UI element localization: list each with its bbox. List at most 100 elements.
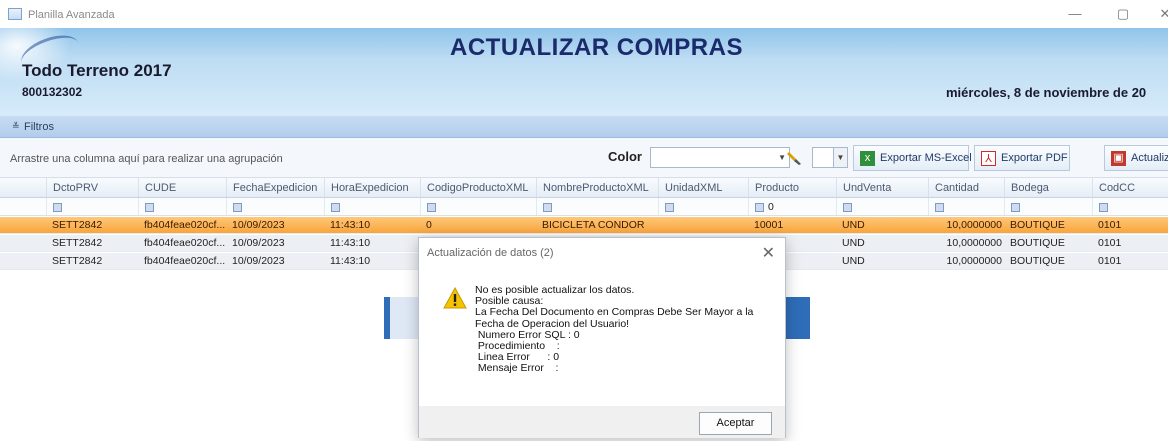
filter-value-producto[interactable]: 0 [768,201,774,213]
filter-operator-icon[interactable] [755,202,764,212]
page-title: ACTUALIZAR COMPRAS [450,34,743,61]
cell-codigo[interactable]: 0 [420,217,536,233]
column-header-undventa[interactable]: UndVenta [836,178,928,197]
title-bar: Planilla Avanzada — ▢ ✕ [0,0,1168,28]
filter-cell-fecha[interactable] [226,198,324,215]
cell-hora[interactable]: 11:43:10 [324,235,420,251]
cell-codcc[interactable]: 0101 [1092,235,1168,251]
export-pdf-button[interactable]: ⅄ Exportar PDF [974,145,1070,171]
filter-operator-icon[interactable] [53,202,62,212]
cell-fecha[interactable]: 10/09/2023 [226,253,324,269]
filters-label[interactable]: Filtros [24,121,54,133]
accept-button[interactable]: Aceptar [699,412,772,435]
filter-cell-cantidad[interactable] [928,198,1004,215]
filter-cell-codigo[interactable] [420,198,536,215]
column-header-dctoprv[interactable]: DctoPRV [46,178,138,197]
panel-highlight [390,297,420,339]
filter-operator-icon[interactable] [1011,202,1020,212]
color-swatch[interactable] [812,147,834,168]
swatch-dropdown-icon[interactable]: ▼ [834,147,848,168]
filter-cell-unidad[interactable] [658,198,748,215]
cell-hora[interactable]: 11:43:10 [324,253,420,269]
dialog-close-icon[interactable]: ✕ [762,243,775,263]
paint-brush-icon[interactable] [786,149,804,167]
current-date: miércoles, 8 de noviembre de 20 [946,85,1147,100]
save-icon: ▣ [1111,151,1126,166]
app-icon [8,8,22,20]
cell-codcc[interactable]: 0101 [1092,253,1168,269]
color-select[interactable]: ▼ [650,147,790,168]
pdf-icon: ⅄ [981,151,996,166]
filter-operator-icon[interactable] [665,202,674,212]
update-button[interactable]: ▣ Actualiz [1104,145,1168,171]
restore-button[interactable]: ▢ [1108,4,1138,24]
dialog-title: Actualización de datos (2) [427,247,554,259]
filter-cell-cude[interactable] [138,198,226,215]
table-row[interactable]: SETT2842 fb404feae020cf... 10/09/2023 11… [0,217,1168,234]
window-title: Planilla Avanzada [28,9,115,21]
export-excel-label: Exportar MS-Excel [880,152,972,164]
cell-undventa[interactable]: UND [836,253,928,269]
cell-nombre[interactable]: BICICLETA CONDOR [536,217,658,233]
cell-undventa[interactable]: UND [836,217,928,233]
column-header-codigoproductoxml[interactable]: CodigoProductoXML [420,178,536,197]
column-header-nombreproductoxml[interactable]: NombreProductoXML [536,178,658,197]
column-header-bodega[interactable]: Bodega [1004,178,1092,197]
cell-dctoprv[interactable]: SETT2842 [46,235,138,251]
column-header-fechaexpedicion[interactable]: FechaExpedicion [226,178,324,197]
filter-cell-nombre[interactable] [536,198,658,215]
cell-undventa[interactable]: UND [836,235,928,251]
filter-operator-icon[interactable] [233,202,242,212]
column-header-producto[interactable]: Producto [748,178,836,197]
filter-cell-hora[interactable] [324,198,420,215]
filter-operator-icon[interactable] [145,202,154,212]
filter-operator-icon[interactable] [935,202,944,212]
dropdown-arrow-icon[interactable]: ▼ [778,153,786,162]
column-header-unidadxml[interactable]: UnidadXML [658,178,748,197]
cell-bodega[interactable]: BOUTIQUE [1004,235,1092,251]
filter-operator-icon[interactable] [1099,202,1108,212]
minimize-button[interactable]: — [1060,4,1090,24]
filter-operator-icon[interactable] [427,202,436,212]
close-button[interactable]: ✕ [1150,4,1168,24]
message-line: Mensaje Error : [475,362,559,375]
cell-cude[interactable]: fb404feae020cf... [138,217,226,233]
export-excel-button[interactable]: x Exportar MS-Excel [853,145,972,171]
filter-operator-icon[interactable] [843,202,852,212]
cell-dctoprv[interactable]: SETT2842 [46,253,138,269]
group-panel-hint[interactable]: Arrastre una columna aquí para realizar … [10,153,283,165]
column-header-cantidad[interactable]: Cantidad [928,178,1004,197]
column-header-horaexpedicion[interactable]: HoraExpedicion [324,178,420,197]
filter-cell-dctoprv[interactable] [46,198,138,215]
grid-toolbar: Arrastre una columna aquí para realizar … [0,138,1168,178]
cell-cantidad[interactable]: 10,0000000 [928,253,1004,269]
grid-header-row: DctoPRV CUDE FechaExpedicion HoraExpedic… [0,178,1168,198]
cell-dctoprv[interactable]: SETT2842 [46,217,138,233]
cell-cantidad[interactable]: 10,0000000 [928,235,1004,251]
filter-cell-codcc[interactable] [1092,198,1168,215]
grid-filter-row: 0 [0,198,1168,216]
cell-unidad[interactable] [658,217,748,233]
message-line: La Fecha Del Documento en Compras Debe S… [475,306,754,319]
filter-cell-producto[interactable]: 0 [748,198,836,215]
cell-producto[interactable]: 10001 [748,217,836,233]
expand-chevron-icon[interactable]: ≚ [12,121,20,132]
cell-fecha[interactable]: 10/09/2023 [226,235,324,251]
filter-cell-bodega[interactable] [1004,198,1092,215]
filter-operator-icon[interactable] [331,202,340,212]
cell-codcc[interactable]: 0101 [1092,217,1168,233]
cell-cantidad[interactable]: 10,0000000 [928,217,1004,233]
cell-cude[interactable]: fb404feae020cf... [138,235,226,251]
cell-cude[interactable]: fb404feae020cf... [138,253,226,269]
cell-hora[interactable]: 11:43:10 [324,217,420,233]
filter-cell-undventa[interactable] [836,198,928,215]
cell-bodega[interactable]: BOUTIQUE [1004,217,1092,233]
header-banner: ACTUALIZAR COMPRAS Todo Terreno 2017 800… [0,28,1168,116]
column-header-codcc[interactable]: CodCC [1092,178,1168,197]
column-header-cude[interactable]: CUDE [138,178,226,197]
filter-operator-icon[interactable] [543,202,552,212]
cell-fecha[interactable]: 10/09/2023 [226,217,324,233]
cell-bodega[interactable]: BOUTIQUE [1004,253,1092,269]
export-pdf-label: Exportar PDF [1001,152,1068,164]
filters-bar[interactable]: ≚ Filtros [0,116,1168,138]
